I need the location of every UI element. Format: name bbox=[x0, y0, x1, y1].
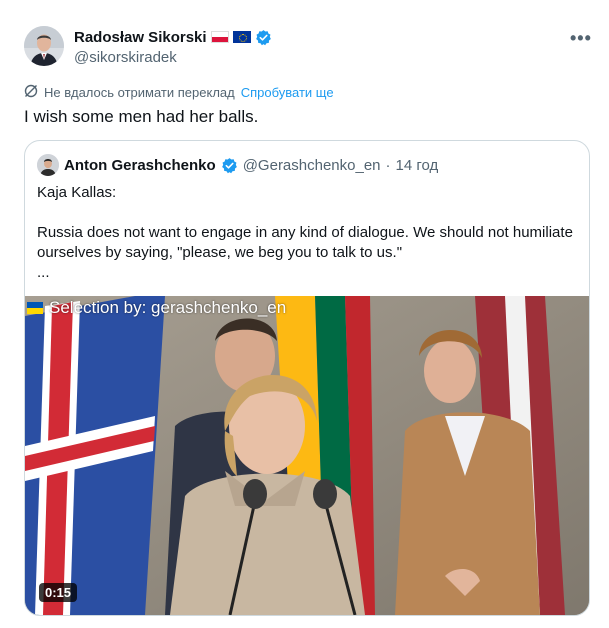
video-caption: Selection by: gerashchenko_en bbox=[27, 298, 286, 318]
video-player[interactable]: Selection by: gerashchenko_en 0:15 bbox=[25, 296, 589, 615]
more-options-icon[interactable]: ••• bbox=[570, 28, 592, 49]
translate-off-icon bbox=[24, 84, 38, 101]
quoted-author-avatar[interactable] bbox=[37, 154, 59, 176]
translation-status: Не вдалось отримати переклад bbox=[44, 85, 235, 100]
tweet[interactable]: Radosław Sikorski @sikorskiradek ••• Не … bbox=[0, 0, 609, 628]
quoted-text-line: Russia does not want to engage in any ki… bbox=[37, 224, 573, 261]
author-handle[interactable]: @sikorskiradek bbox=[74, 49, 177, 66]
quoted-verified-badge-icon bbox=[221, 157, 238, 174]
quoted-tweet[interactable]: Anton Gerashchenko @Gerashchenko_en · 14… bbox=[24, 140, 590, 616]
quoted-tweet-text: Kaja Kallas: Russia does not want to eng… bbox=[37, 183, 582, 283]
quoted-timestamp[interactable]: 14 год bbox=[396, 157, 439, 174]
tweet-text: I wish some men had her balls. bbox=[24, 107, 259, 126]
video-frame bbox=[25, 296, 589, 615]
eu-flag-icon bbox=[232, 31, 251, 43]
quoted-author-handle[interactable]: @Gerashchenko_en bbox=[243, 157, 381, 174]
quoted-text-line bbox=[37, 203, 582, 223]
verified-badge-icon[interactable] bbox=[255, 29, 272, 46]
icelandic-flag bbox=[25, 296, 165, 615]
author-name[interactable]: Radosław Sikorski bbox=[74, 29, 207, 46]
translation-retry-link[interactable]: Спробувати ще bbox=[241, 85, 334, 100]
dot-separator: · bbox=[385, 156, 391, 174]
author-avatar[interactable] bbox=[24, 26, 64, 66]
video-caption-text: Selection by: gerashchenko_en bbox=[49, 298, 287, 317]
quoted-author-name[interactable]: Anton Gerashchenko bbox=[64, 157, 216, 174]
translation-notice: Не вдалось отримати переклад Спробувати … bbox=[24, 84, 334, 101]
quoted-text-line: Kaja Kallas: bbox=[37, 184, 117, 201]
video-duration-badge: 0:15 bbox=[39, 583, 78, 602]
quoted-text-line: ... bbox=[37, 264, 50, 281]
ukrainian-flag-icon bbox=[27, 302, 43, 314]
polish-flag-icon bbox=[210, 31, 229, 43]
